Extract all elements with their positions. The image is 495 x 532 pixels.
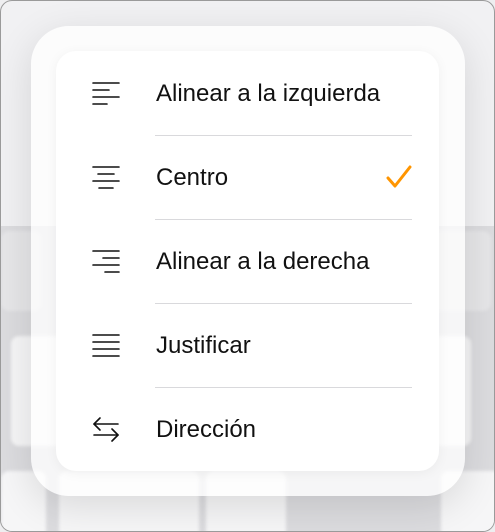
menu-item-align-left[interactable]: Alinear a la izquierda — [56, 51, 439, 135]
align-right-icon — [92, 248, 120, 274]
text-direction-icon — [92, 416, 120, 442]
align-left-icon — [92, 80, 120, 106]
menu-item-justify[interactable]: Justificar — [56, 303, 439, 387]
align-center-icon — [92, 164, 120, 190]
menu-item-center[interactable]: Centro — [56, 135, 439, 219]
screen-frame: Alinear a la izquierda Centro Alinear a … — [0, 0, 495, 532]
menu-item-label: Alinear a la derecha — [156, 248, 370, 275]
alignment-menu: Alinear a la izquierda Centro Alinear a … — [56, 51, 439, 471]
menu-item-label: Dirección — [156, 416, 257, 443]
justify-icon — [92, 332, 120, 358]
menu-item-align-right[interactable]: Alinear a la derecha — [56, 219, 439, 303]
checkmark-icon — [385, 164, 413, 190]
menu-item-direction[interactable]: Dirección — [56, 387, 439, 471]
menu-item-label: Centro — [156, 164, 229, 191]
menu-item-label: Justificar — [156, 332, 251, 359]
menu-item-label: Alinear a la izquierda — [156, 80, 381, 107]
